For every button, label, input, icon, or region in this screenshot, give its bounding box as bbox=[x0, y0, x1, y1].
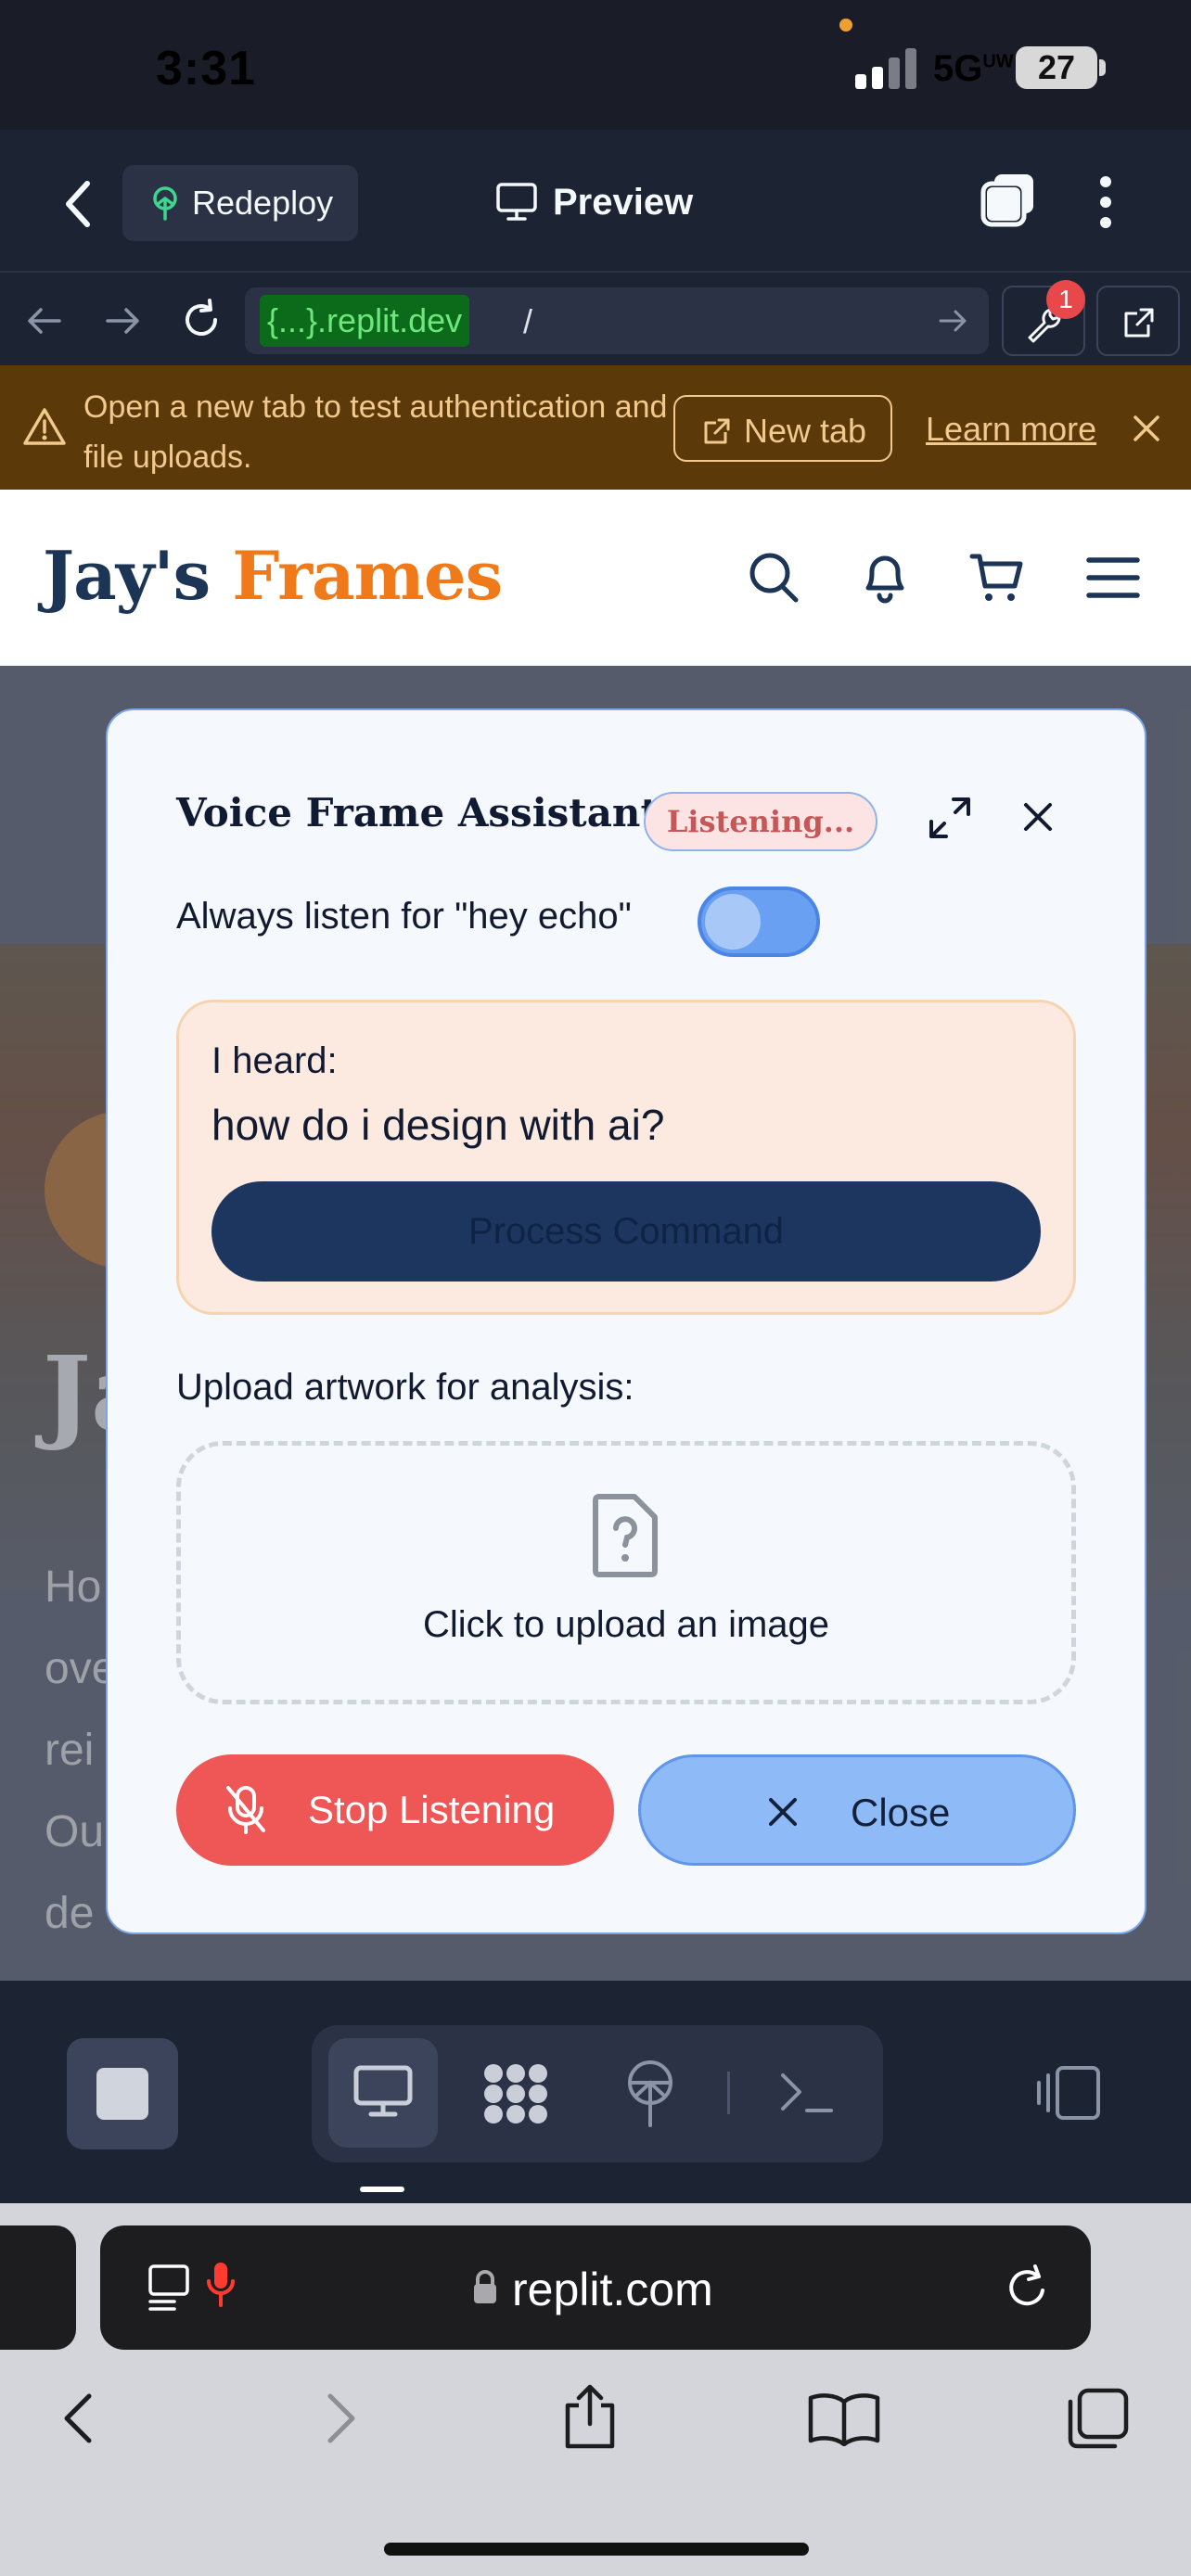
status-time: 3:31 bbox=[156, 42, 257, 96]
lock-icon bbox=[471, 2268, 499, 2305]
network-type: 5GUW bbox=[933, 48, 1014, 89]
deployments-icon[interactable] bbox=[620, 2059, 681, 2129]
battery-indicator: 27 bbox=[1016, 46, 1097, 89]
modal-title: Voice Frame Assistant bbox=[176, 790, 659, 835]
upload-label: Upload artwork for analysis: bbox=[176, 1367, 634, 1408]
mic-off-icon bbox=[223, 1784, 269, 1836]
stop-listening-button[interactable]: Stop Listening bbox=[176, 1754, 614, 1866]
preview-tab-label[interactable]: Preview bbox=[553, 182, 693, 223]
layout-switch-icon[interactable] bbox=[1035, 2064, 1104, 2122]
toolbar-indicator bbox=[360, 2187, 404, 2192]
url-host: {...}.replit.dev bbox=[260, 295, 470, 347]
redeploy-button[interactable]: Redeploy bbox=[122, 165, 358, 241]
heard-transcript: how do i design with ai? bbox=[211, 1101, 665, 1149]
search-icon[interactable] bbox=[748, 551, 800, 605]
toolbar-divider bbox=[727, 2072, 730, 2114]
privacy-indicator-dot bbox=[839, 19, 852, 32]
tabs-icon[interactable] bbox=[1063, 2387, 1130, 2450]
site-logo[interactable]: Jay's Frames bbox=[43, 536, 503, 615]
expand-icon[interactable] bbox=[928, 796, 972, 840]
home-indicator bbox=[384, 2543, 809, 2556]
heard-label: I heard: bbox=[211, 1040, 338, 1081]
cart-icon[interactable] bbox=[968, 549, 1026, 606]
external-link-icon bbox=[1121, 304, 1158, 341]
share-icon[interactable] bbox=[560, 2383, 620, 2450]
redeploy-label: Redeploy bbox=[192, 184, 334, 222]
safari-reload-icon[interactable] bbox=[1004, 2263, 1052, 2313]
close-label: Close bbox=[851, 1791, 951, 1834]
monitor-icon bbox=[495, 182, 538, 223]
back-chevron-icon[interactable] bbox=[58, 176, 98, 232]
stop-listening-label: Stop Listening bbox=[308, 1788, 556, 1831]
terminal-icon[interactable] bbox=[779, 2070, 835, 2116]
listening-status-badge: Listening... bbox=[644, 792, 877, 851]
toggle-knob bbox=[705, 894, 761, 950]
tabs-overview-icon[interactable] bbox=[980, 171, 1039, 230]
close-x-icon bbox=[767, 1796, 799, 1828]
file-question-icon bbox=[590, 1493, 660, 1578]
apps-grid-icon[interactable] bbox=[480, 2060, 551, 2127]
learn-more-link[interactable]: Learn more bbox=[926, 410, 1096, 449]
close-button[interactable]: Close bbox=[638, 1754, 1076, 1866]
more-options-icon[interactable] bbox=[1095, 174, 1117, 230]
devtools-badge: 1 bbox=[1046, 280, 1085, 319]
safari-back-icon[interactable] bbox=[58, 2391, 98, 2446]
open-external-button[interactable] bbox=[1096, 286, 1180, 356]
reader-mode-icon[interactable] bbox=[147, 2263, 191, 2311]
dropzone-text: Click to upload an image bbox=[422, 1604, 830, 1645]
hamburger-menu-icon[interactable] bbox=[1085, 555, 1141, 601]
warning-icon bbox=[22, 406, 67, 447]
deploy-icon bbox=[148, 185, 182, 221]
nav-back-icon[interactable] bbox=[24, 300, 65, 341]
logo-part1: Jay's bbox=[43, 536, 211, 615]
bookmarks-icon[interactable] bbox=[807, 2392, 881, 2446]
microphone-icon[interactable] bbox=[206, 2259, 236, 2313]
url-go-arrow-icon[interactable] bbox=[937, 306, 970, 336]
battery-tip bbox=[1099, 59, 1106, 76]
banner-message: Open a new tab to test authentication an… bbox=[83, 389, 668, 475]
logo-part2: Frames bbox=[232, 536, 503, 615]
url-path: / bbox=[523, 302, 533, 340]
close-modal-icon[interactable] bbox=[1022, 801, 1054, 833]
stop-square-icon bbox=[96, 2068, 148, 2120]
previous-tab-edge[interactable] bbox=[0, 2225, 76, 2350]
new-tab-label: New tab bbox=[744, 412, 867, 450]
cellular-signal-icon bbox=[855, 46, 922, 89]
safari-address-text: replit.com bbox=[512, 2264, 713, 2315]
process-command-button[interactable]: Process Command bbox=[211, 1181, 1041, 1282]
nav-forward-icon[interactable] bbox=[102, 300, 143, 341]
safari-forward-icon[interactable] bbox=[321, 2391, 362, 2446]
reload-icon[interactable] bbox=[178, 297, 224, 343]
new-tab-button[interactable]: New tab bbox=[673, 395, 892, 462]
monitor-icon bbox=[352, 2064, 414, 2120]
voice-assistant-modal bbox=[106, 708, 1146, 1934]
external-link-icon bbox=[701, 415, 733, 447]
bell-icon[interactable] bbox=[857, 547, 913, 606]
always-listen-label: Always listen for "hey echo" bbox=[176, 896, 632, 937]
close-banner-icon[interactable] bbox=[1132, 414, 1161, 443]
